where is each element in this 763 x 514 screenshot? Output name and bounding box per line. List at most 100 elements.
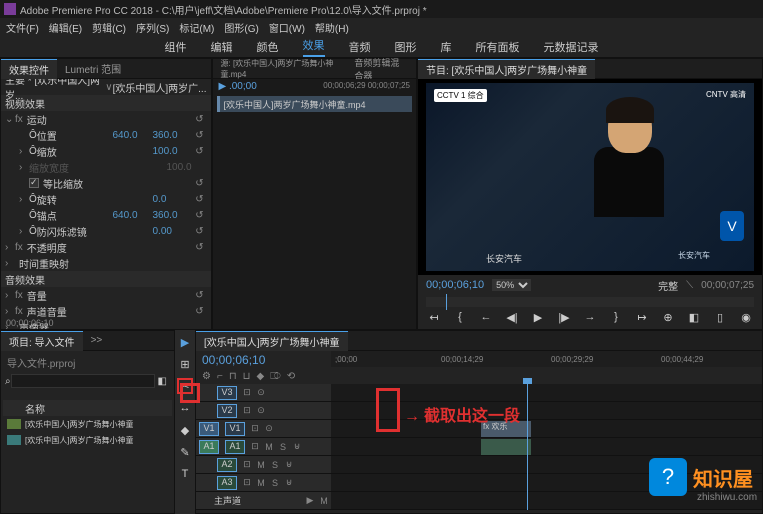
ws-all[interactable]: 所有面板 bbox=[476, 39, 520, 55]
eff-rotate: 旋转 bbox=[37, 192, 153, 207]
eff-uniform-check[interactable] bbox=[29, 178, 39, 188]
effects-timecode: 00;00;06;10 bbox=[6, 318, 54, 328]
eff-anchor: 锚点 bbox=[37, 208, 113, 223]
track-a3[interactable]: A3 bbox=[217, 476, 237, 490]
tool-type[interactable]: T bbox=[177, 466, 193, 482]
filter-icon[interactable]: ◧ bbox=[158, 376, 167, 387]
project-item[interactable]: [欢乐中国人]两岁广场舞小神童 bbox=[3, 432, 172, 448]
playhead[interactable] bbox=[527, 384, 528, 510]
timeline-ruler[interactable]: ;00;00 00;00;14;29 00;00;29;29 00;00;44;… bbox=[331, 351, 762, 367]
menu-bar: 文件(F) 编辑(E) 剪辑(C) 序列(S) 标记(M) 图形(G) 窗口(W… bbox=[0, 18, 763, 36]
fit-label[interactable]: 完整 bbox=[658, 278, 678, 293]
bin-icon bbox=[7, 419, 21, 429]
tl-icon4[interactable]: ⊔ bbox=[243, 371, 251, 382]
ws-graphic[interactable]: 图形 bbox=[395, 39, 417, 55]
zoom-select[interactable]: 50% bbox=[492, 279, 531, 291]
tab-source[interactable]: 源: [欢乐中国人]两岁广场舞小神童.mp4 bbox=[213, 56, 347, 82]
btn-markin[interactable]: ↤ bbox=[426, 311, 442, 324]
btn-prev[interactable]: ◀| bbox=[504, 311, 520, 324]
btn-cam[interactable]: ◉ bbox=[738, 311, 754, 324]
track-a1[interactable]: A1 bbox=[225, 440, 245, 454]
menu-sequence[interactable]: 序列(S) bbox=[136, 20, 169, 35]
watermark-icon: ? bbox=[649, 458, 687, 496]
ws-audio[interactable]: 音频 bbox=[349, 39, 371, 55]
tab-lumetri[interactable]: Lumetri 范围 bbox=[57, 59, 129, 78]
track-a2[interactable]: A2 bbox=[217, 458, 237, 472]
watermark: ? 知识屋 zhishiwu.com bbox=[649, 458, 753, 496]
window-title: Adobe Premiere Pro CC 2018 - C:\用户\jeff\… bbox=[20, 2, 427, 17]
btn-in[interactable]: { bbox=[452, 311, 468, 324]
tl-icon5[interactable]: ◆ bbox=[256, 371, 264, 382]
eff-motion[interactable]: 运动 bbox=[27, 112, 47, 127]
btn-stepfwd[interactable]: → bbox=[582, 311, 598, 324]
btn-lift[interactable]: ⊕ bbox=[660, 311, 676, 324]
video-person bbox=[574, 93, 684, 223]
tl-marker-icon[interactable]: ⊓ bbox=[229, 371, 237, 382]
tool-hand[interactable]: ✎ bbox=[177, 444, 193, 460]
menu-window[interactable]: 窗口(W) bbox=[269, 20, 305, 35]
project-item[interactable]: [欢乐中国人]两岁广场舞小神童 bbox=[3, 416, 172, 432]
program-dur: 00;00;07;25 bbox=[701, 280, 754, 291]
annotation-text: 截取出这一段 bbox=[424, 402, 520, 426]
tool-track[interactable]: ⊞ bbox=[177, 356, 193, 372]
tool-pen[interactable]: ◆ bbox=[177, 422, 193, 438]
ws-color[interactable]: 颜色 bbox=[257, 39, 279, 55]
btn-extract[interactable]: ◧ bbox=[686, 311, 702, 324]
btn-export[interactable]: ▯ bbox=[712, 311, 728, 324]
project-panel: 项目: 导入文件 >> 导入文件.prproj ⌕◧ 名称 [欢乐中国人]两岁广… bbox=[0, 330, 175, 514]
ws-edit[interactable]: 编辑 bbox=[211, 39, 233, 55]
eff-opacity[interactable]: 不透明度 bbox=[27, 240, 67, 255]
tab-project[interactable]: 项目: 导入文件 bbox=[1, 331, 83, 351]
sequence-icon bbox=[7, 435, 21, 445]
tab-effect-controls[interactable]: 效果控件 bbox=[1, 59, 57, 79]
watermark-text: 知识屋 bbox=[693, 463, 753, 492]
src-clip-bar[interactable]: [欢乐中国人]两岁广场舞小神童.mp4 bbox=[217, 96, 413, 112]
eff-remap[interactable]: 时间重映射 bbox=[19, 256, 69, 271]
tab-more[interactable]: >> bbox=[83, 333, 111, 348]
tl-wrench-icon[interactable]: ⟲ bbox=[287, 371, 295, 382]
track-v1[interactable]: V1 bbox=[225, 422, 245, 436]
audio-clip[interactable] bbox=[481, 439, 531, 455]
tool-selection[interactable]: ▶ bbox=[177, 334, 193, 350]
program-scrubber[interactable] bbox=[426, 297, 754, 307]
menu-file[interactable]: 文件(F) bbox=[6, 20, 39, 35]
ws-effects[interactable]: 效果 bbox=[303, 37, 325, 57]
ws-lib[interactable]: 库 bbox=[441, 39, 452, 55]
btn-next[interactable]: |▶ bbox=[556, 311, 572, 324]
tl-link-icon[interactable]: ⌐ bbox=[217, 371, 223, 382]
eff-position: 位置 bbox=[37, 128, 113, 143]
track-v3[interactable]: V3 bbox=[217, 386, 237, 400]
brand-en: 长安汽车 bbox=[678, 250, 710, 261]
program-panel: 节目: [欢乐中国人]两岁广场舞小神童 CCTV 1 综合 CNTV 高清 V … bbox=[417, 58, 763, 330]
track-v2[interactable]: V2 bbox=[217, 404, 237, 418]
menu-edit[interactable]: 编辑(E) bbox=[49, 20, 82, 35]
v-badge: V bbox=[720, 211, 744, 241]
source-panel: 源: [欢乐中国人]两岁广场舞小神童.mp4 音频剪辑混合器 ▶ .00;000… bbox=[212, 58, 418, 330]
eff-scale: 缩放 bbox=[37, 144, 153, 159]
proj-filename: 导入文件.prproj bbox=[7, 359, 75, 370]
project-search[interactable] bbox=[11, 374, 155, 388]
eff-volume[interactable]: 音量 bbox=[27, 288, 47, 303]
menu-graphic[interactable]: 图形(G) bbox=[224, 20, 258, 35]
eff-chvol[interactable]: 声道音量 bbox=[27, 304, 67, 319]
btn-markout[interactable]: ↦ bbox=[634, 311, 650, 324]
btn-play[interactable]: ▶ bbox=[530, 311, 546, 324]
program-monitor[interactable]: CCTV 1 综合 CNTV 高清 V 长安汽车 长安汽车 bbox=[426, 83, 754, 271]
btn-out[interactable]: } bbox=[608, 311, 624, 324]
eff-video-section: 视频效果 bbox=[5, 96, 207, 111]
btn-stepback[interactable]: ← bbox=[478, 311, 494, 324]
ws-meta[interactable]: 元数据记录 bbox=[544, 39, 599, 55]
menu-help[interactable]: 帮助(H) bbox=[315, 20, 349, 35]
tl-icon6[interactable]: ⎄ bbox=[270, 371, 281, 382]
program-timecode[interactable]: 00;00;06;10 bbox=[426, 279, 484, 291]
menu-clip[interactable]: 剪辑(C) bbox=[92, 20, 126, 35]
tab-program[interactable]: 节目: [欢乐中国人]两岁广场舞小神童 bbox=[418, 59, 595, 79]
tab-timeline[interactable]: [欢乐中国人]两岁广场舞小神童 bbox=[196, 331, 348, 351]
tl-snap-icon[interactable]: ⚙ bbox=[202, 371, 211, 382]
menu-marker[interactable]: 标记(M) bbox=[179, 20, 214, 35]
col-name[interactable]: 名称 bbox=[25, 401, 45, 416]
timeline-timecode[interactable]: 00;00;06;10 bbox=[196, 351, 331, 369]
ws-assembly[interactable]: 组件 bbox=[165, 39, 187, 55]
tools-panel: ▶ ⊞ ✂ ↔ ◆ ✎ T bbox=[175, 330, 195, 514]
eff-audio-section: 音频效果 bbox=[5, 272, 207, 287]
